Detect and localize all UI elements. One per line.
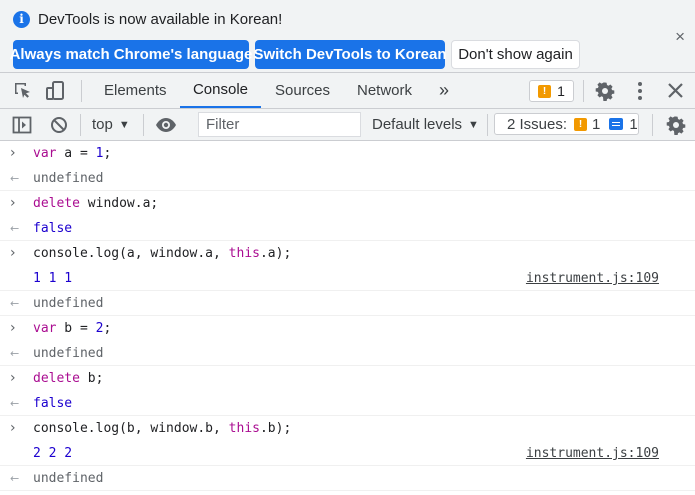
- issues-warning-count: 1: [592, 115, 601, 133]
- issues-button[interactable]: 2 Issues: ! 1 1: [494, 113, 639, 135]
- console-result-line: ← undefined: [0, 291, 695, 316]
- info-icon: i: [13, 10, 30, 28]
- context-label: top: [92, 116, 113, 133]
- toolbar-divider: [583, 80, 584, 102]
- sidebar-toggle-icon[interactable]: [12, 115, 32, 135]
- tab-sources[interactable]: Sources: [275, 73, 330, 108]
- switch-to-korean-button[interactable]: Switch DevTools to Korean: [253, 40, 447, 69]
- code-token: a =: [56, 146, 96, 161]
- log-levels-label: Default levels: [372, 116, 463, 133]
- code-token: false: [33, 221, 73, 236]
- warning-count: 1: [557, 83, 565, 99]
- console-result-line: ← false: [0, 216, 695, 241]
- warning-icon: !: [574, 117, 588, 131]
- console-input-line: › var a = 1;: [0, 141, 695, 166]
- always-match-language-button[interactable]: Always match Chrome's language: [10, 40, 252, 69]
- console-result-line: ← undefined: [0, 166, 695, 191]
- console-log-line: 1 1 1 instrument.js:109: [0, 266, 695, 291]
- input-chevron-icon: ›: [10, 320, 16, 336]
- code-token: console.log(b, window.b,: [33, 421, 229, 436]
- code-token: this: [228, 421, 260, 436]
- chevron-down-icon: ▼: [118, 118, 130, 131]
- input-chevron-icon: ›: [10, 145, 16, 161]
- result-arrow-icon: ←: [10, 222, 20, 235]
- toolbar-divider: [80, 114, 81, 136]
- warning-icon: !: [538, 84, 552, 98]
- issues-info-count: 1: [629, 115, 638, 133]
- toolbar-divider: [81, 80, 82, 102]
- result-arrow-icon: ←: [10, 172, 20, 185]
- issues-label: 2 Issues:: [507, 115, 568, 133]
- clear-console-icon[interactable]: [50, 116, 68, 134]
- code-token: ;: [103, 321, 112, 336]
- result-arrow-icon: ←: [10, 347, 20, 360]
- tab-elements[interactable]: Elements: [104, 73, 167, 108]
- toolbar-divider: [487, 114, 488, 136]
- console-output[interactable]: › var a = 1; ← undefined › delete window.a; ← f…: [0, 141, 695, 495]
- code-token: delete: [33, 371, 80, 386]
- toolbar-divider: [143, 114, 144, 136]
- main-toolbar: Elements Console Sources Network » ! 1: [0, 73, 695, 109]
- code-token: console.log(a, window.a,: [33, 246, 229, 261]
- console-input-line: › var b = 2;: [0, 316, 695, 341]
- input-chevron-icon: ›: [10, 420, 16, 436]
- language-infobar: i DevTools is now available in Korean! ×…: [0, 0, 695, 73]
- warning-badge[interactable]: ! 1: [529, 80, 574, 102]
- console-result-line: ← undefined: [0, 341, 695, 366]
- source-link[interactable]: instrument.js:109: [526, 266, 659, 291]
- device-toggle-icon[interactable]: [45, 80, 67, 102]
- result-arrow-icon: ←: [10, 397, 20, 410]
- code-token: false: [33, 396, 73, 411]
- code-token: delete: [33, 196, 80, 211]
- code-token: undefined: [33, 296, 104, 311]
- console-log-line: 2 2 2 instrument.js:109: [0, 441, 695, 466]
- gear-icon[interactable]: [595, 81, 615, 101]
- code-token: .b);: [259, 421, 292, 436]
- infobar-message: DevTools is now available in Korean!: [38, 10, 283, 28]
- log-levels-dropdown[interactable]: Default levels ▼: [372, 109, 479, 140]
- message-icon: [609, 118, 624, 130]
- console-toolbar: top ▼ Default levels ▼ 2 Issues: ! 1 1: [0, 109, 695, 141]
- kebab-menu-icon[interactable]: [636, 81, 644, 101]
- console-settings-gear-icon[interactable]: [666, 115, 686, 135]
- console-input-line: › console.log(a, window.a, this.a);: [0, 241, 695, 266]
- toolbar-divider: [652, 114, 653, 136]
- code-token: b;: [79, 371, 104, 386]
- close-icon[interactable]: [667, 82, 684, 99]
- source-link[interactable]: instrument.js:109: [526, 441, 659, 466]
- console-result-line: ← undefined: [0, 466, 695, 491]
- chevron-down-icon: ▼: [468, 118, 479, 131]
- console-result-line: ← false: [0, 391, 695, 416]
- input-chevron-icon: ›: [10, 370, 16, 386]
- console-input-line: › delete window.a;: [0, 191, 695, 216]
- code-token: .a);: [259, 246, 292, 261]
- console-input-line: › console.log(b, window.b, this.b);: [0, 416, 695, 441]
- context-selector[interactable]: top ▼: [92, 109, 130, 140]
- code-token: undefined: [33, 346, 104, 361]
- infobar-message-row: i DevTools is now available in Korean!: [13, 9, 282, 29]
- code-token: this: [228, 246, 260, 261]
- dont-show-again-button[interactable]: Don't show again: [451, 40, 580, 69]
- code-token: ;: [103, 146, 112, 161]
- code-token: undefined: [33, 171, 104, 186]
- result-arrow-icon: ←: [10, 297, 20, 310]
- code-token: b =: [56, 321, 96, 336]
- more-tabs-icon[interactable]: »: [439, 73, 449, 108]
- input-chevron-icon: ›: [10, 195, 16, 211]
- input-chevron-icon: ›: [10, 245, 16, 261]
- code-token: 2 2 2: [33, 446, 73, 461]
- filter-input[interactable]: [198, 112, 361, 137]
- code-token: 1 1 1: [33, 271, 73, 286]
- code-token: undefined: [33, 471, 104, 486]
- tab-network[interactable]: Network: [357, 73, 412, 108]
- code-token: window.a;: [79, 196, 159, 211]
- tab-console[interactable]: Console: [180, 73, 261, 108]
- inspect-element-icon[interactable]: [13, 81, 33, 101]
- code-token: var: [33, 146, 57, 161]
- eye-icon[interactable]: [155, 117, 177, 133]
- console-input-line: › delete b;: [0, 366, 695, 391]
- infobar-close-icon[interactable]: ×: [675, 27, 685, 47]
- code-token: var: [33, 321, 57, 336]
- result-arrow-icon: ←: [10, 472, 20, 485]
